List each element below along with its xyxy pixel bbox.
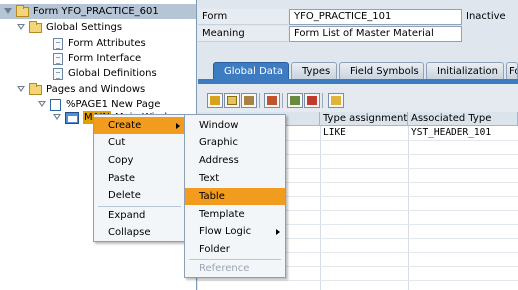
menu-item-flow-logic[interactable]: Flow Logic — [185, 223, 285, 240]
folder-icon — [29, 82, 42, 95]
copy-icon[interactable] — [224, 93, 240, 108]
menu-item-expand[interactable]: Expand — [94, 207, 185, 224]
tree-node-pages-windows[interactable]: Pages and Windows — [0, 82, 145, 97]
expand-toggle-icon[interactable] — [38, 100, 47, 109]
tab-form-routines[interactable]: Fo — [506, 62, 518, 79]
tree-node-label: Form YFO_PRACTICE_601 — [33, 6, 159, 17]
menu-item-address[interactable]: Address — [185, 152, 285, 169]
tab-field-symbols[interactable]: Field Symbols — [339, 62, 424, 79]
expand-toggle-icon[interactable] — [17, 85, 26, 94]
document-icon — [53, 67, 63, 80]
menu-item-text[interactable]: Text — [185, 170, 285, 187]
expand-toggle-icon[interactable] — [53, 113, 62, 122]
pattern-icon[interactable] — [328, 93, 344, 108]
toolbar-separator — [322, 93, 323, 108]
form-name-field[interactable]: YFO_PRACTICE_101 — [289, 9, 462, 25]
form-label: Form — [198, 9, 288, 25]
column-header-associated-type: Associated Type — [408, 112, 518, 126]
tree-node-form-root[interactable]: Form YFO_PRACTICE_601 — [0, 4, 196, 19]
menu-item-label: Create — [108, 120, 142, 131]
create-submenu: Window Graphic Address Text Table Templa… — [184, 114, 286, 278]
menu-item-reference: Reference — [199, 263, 250, 274]
menu-item-delete[interactable]: Delete — [94, 187, 185, 204]
tree-node-label: Form Interface — [68, 53, 142, 64]
page-icon — [50, 98, 61, 111]
table-cell-type-assignment[interactable]: LIKE — [320, 126, 408, 140]
insert-row-icon[interactable] — [287, 93, 303, 108]
window-icon — [65, 111, 79, 124]
tree-node-label: Global Settings — [46, 22, 123, 33]
menu-item-graphic[interactable]: Graphic — [185, 134, 285, 151]
tree-node-label: Global Definitions — [68, 68, 157, 79]
expand-toggle-icon[interactable] — [4, 7, 13, 16]
menu-item-template[interactable]: Template — [185, 206, 285, 223]
column-header-type-assignment: Type assignment — [320, 112, 408, 126]
menu-item-folder[interactable]: Folder — [185, 241, 285, 258]
menu-item-window[interactable]: Window — [185, 117, 285, 134]
cut-icon[interactable] — [207, 93, 223, 108]
paste-icon[interactable] — [241, 93, 257, 108]
delete-row-icon[interactable] — [304, 93, 320, 108]
tree-node-global-settings[interactable]: Global Settings — [0, 20, 122, 35]
tree-node-form-attributes[interactable]: Form Attributes — [0, 36, 146, 51]
move-icon[interactable] — [264, 93, 280, 108]
menu-item-create[interactable]: Create — [94, 117, 185, 134]
tree-node-label: Pages and Windows — [46, 84, 146, 95]
document-icon — [53, 52, 63, 65]
tab-initialization[interactable]: Initialization — [426, 62, 504, 79]
menu-item-table[interactable]: Table — [185, 188, 285, 205]
grid-line — [198, 280, 518, 281]
context-menu: Create Cut Copy Paste Delete Expand Coll… — [93, 114, 186, 242]
submenu-arrow-icon — [276, 229, 280, 235]
menu-item-copy[interactable]: Copy — [94, 152, 185, 169]
document-icon — [53, 37, 63, 50]
tab-global-data[interactable]: Global Data — [213, 62, 289, 79]
folder-icon — [29, 20, 42, 33]
table-cell-associated-type[interactable]: YST_HEADER_101 — [408, 126, 518, 140]
menu-item-paste[interactable]: Paste — [94, 170, 185, 187]
folder-icon — [16, 4, 29, 17]
menu-item-label: Flow Logic — [199, 226, 252, 237]
meaning-label: Meaning — [198, 26, 288, 42]
expand-toggle-icon[interactable] — [17, 23, 26, 32]
submenu-arrow-icon — [176, 123, 180, 129]
status-text: Inactive — [466, 11, 506, 22]
menu-item-cut[interactable]: Cut — [94, 134, 185, 151]
tree-node-label: Form Attributes — [68, 38, 146, 49]
tree-node-global-definitions[interactable]: Global Definitions — [0, 66, 157, 81]
tab-types[interactable]: Types — [291, 62, 337, 79]
meaning-field[interactable]: Form List of Master Material — [289, 26, 462, 42]
tree-node-form-interface[interactable]: Form Interface — [0, 51, 141, 66]
toolbar-separator — [282, 93, 283, 108]
toolbar-separator — [259, 93, 260, 108]
menu-item-collapse[interactable]: Collapse — [94, 224, 185, 241]
